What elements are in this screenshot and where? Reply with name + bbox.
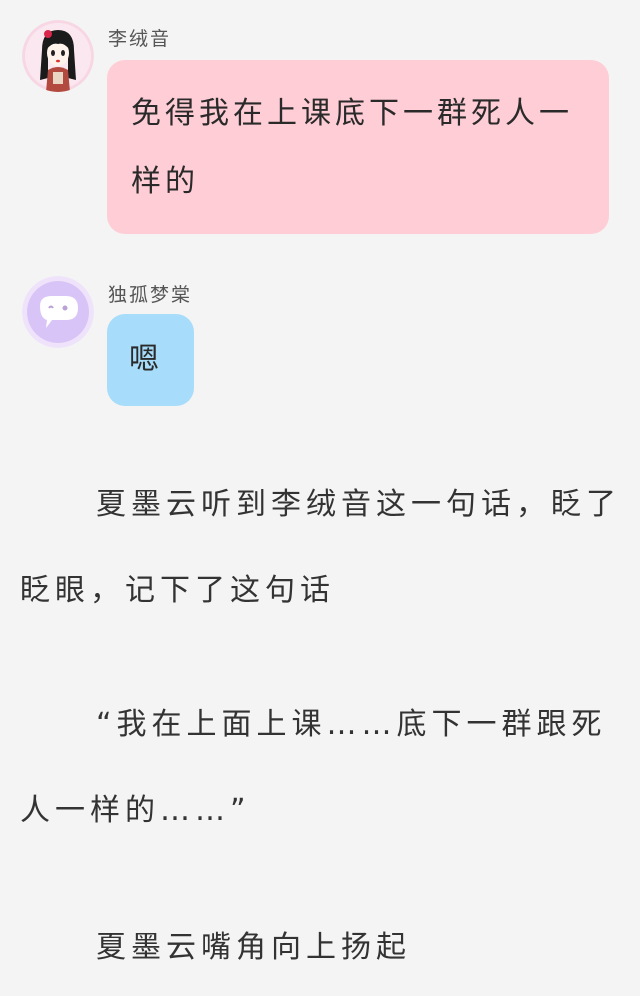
story-paragraph: 夏墨云嘴角向上扬起 <box>96 930 411 965</box>
message-bubble[interactable]: 免得我在上课底下一群死人一样的 <box>107 60 609 234</box>
sender-name: 李绒音 <box>108 28 172 50</box>
chat-bubble-avatar-icon <box>22 276 94 348</box>
sender-name: 独孤梦棠 <box>108 284 193 306</box>
story-paragraph: 夏墨云听到李绒音这一句话，眨了眨眼，记下了这句话 <box>20 487 621 608</box>
sender-avatar-chat[interactable] <box>22 276 94 348</box>
girl-avatar-icon <box>22 20 94 92</box>
message-bubble[interactable]: 嗯 <box>107 314 194 406</box>
story-paragraph: “我在上面上课……底下一群跟死人一样的……” <box>20 707 607 828</box>
sender-avatar-girl[interactable] <box>22 20 94 92</box>
